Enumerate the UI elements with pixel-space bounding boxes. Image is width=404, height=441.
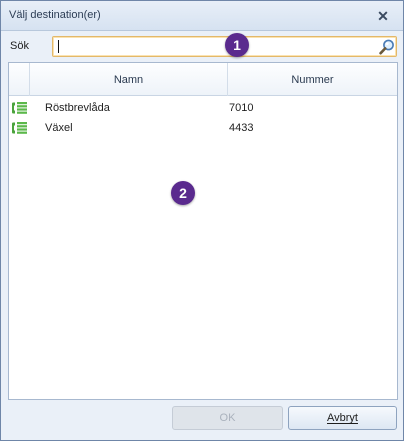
search-label: Sök	[10, 40, 29, 52]
callout-badge-1: 1	[225, 33, 249, 57]
ok-button-label: OK	[219, 412, 236, 424]
table-row[interactable]: Växel 4433	[9, 118, 397, 138]
cell-name: Röstbrevlåda	[45, 102, 110, 114]
cell-number: 4433	[229, 122, 254, 134]
callout-badge-2: 2	[171, 181, 195, 205]
phone-list-icon	[12, 122, 27, 134]
search-row: Sök	[1, 31, 403, 61]
cell-number: 7010	[229, 102, 254, 114]
grid-header: Namn Nummer	[9, 63, 397, 96]
title-bar: Välj destination(er) ✕	[1, 1, 403, 31]
cancel-button[interactable]: Avbryt	[288, 406, 397, 430]
column-header-name[interactable]: Namn	[30, 63, 228, 96]
close-button[interactable]: ✕	[373, 7, 393, 25]
search-icon[interactable]	[378, 38, 396, 56]
ok-button[interactable]: OK	[172, 406, 283, 430]
dialog-title: Välj destination(er)	[9, 9, 101, 21]
phone-list-icon	[12, 102, 27, 114]
select-destination-dialog: Välj destination(er) ✕ Sök 1 Namn Nummer	[0, 0, 404, 441]
header-corner	[9, 63, 30, 96]
cancel-button-label: Avbryt	[327, 412, 358, 424]
text-caret	[58, 40, 59, 53]
destination-grid: Namn Nummer Röstbrevlåda 7010 Växel 4433	[8, 62, 398, 400]
close-icon: ✕	[377, 7, 389, 24]
dialog-footer: OK Avbryt	[1, 401, 403, 440]
cell-name: Växel	[45, 122, 73, 134]
search-input[interactable]	[57, 39, 367, 54]
column-header-number[interactable]: Nummer	[228, 63, 397, 96]
table-row[interactable]: Röstbrevlåda 7010	[9, 98, 397, 118]
